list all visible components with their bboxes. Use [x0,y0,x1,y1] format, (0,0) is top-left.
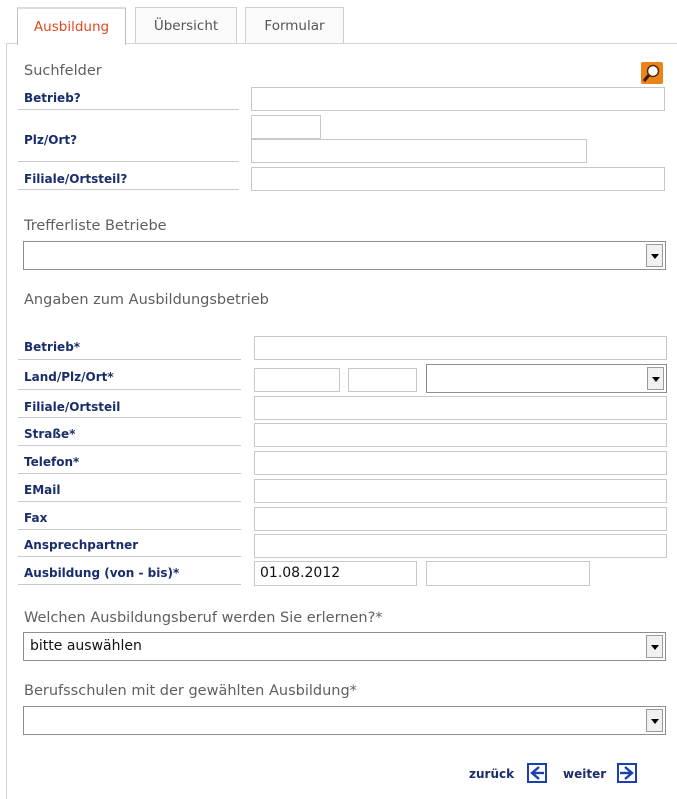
label-fax: Fax [24,511,48,525]
next-label[interactable]: weiter [563,767,606,781]
search-ort-input[interactable] [251,139,587,163]
divider [18,389,241,390]
schools-select[interactable] [23,706,666,735]
label-filiale: Filiale/Ortsteil [24,400,121,414]
divider [18,189,239,190]
search-heading: Suchfelder [24,63,102,79]
results-select[interactable] [23,241,666,270]
divider [18,445,241,446]
telefon-input[interactable] [254,451,667,475]
label-ausbildung-zeitraum: Ausbildung (von - bis)* [24,566,180,580]
label-search-betrieb: Betrieb? [24,91,81,105]
magnifier-icon[interactable] [641,62,663,84]
chevron-down-icon[interactable] [646,244,663,267]
divider [18,473,241,474]
divider [18,501,241,502]
ort-select[interactable] [426,364,667,393]
fax-input[interactable] [254,507,667,531]
divider [18,584,241,585]
divider [18,417,241,418]
chevron-down-icon[interactable] [646,635,663,658]
search-plz-input[interactable] [251,115,321,139]
divider [18,556,241,557]
label-telefon: Telefon* [24,455,80,469]
land-input[interactable] [254,368,340,392]
profession-heading: Welchen Ausbildungsberuf werden Sie erle… [24,610,383,626]
divider [18,109,239,110]
divider [18,359,241,360]
label-ansprechpartner: Ansprechpartner [24,538,139,552]
profession-selected-value: bitte auswählen [30,638,142,654]
results-heading: Trefferliste Betriebe [24,218,167,234]
chevron-down-icon[interactable] [646,709,663,732]
chevron-down-icon[interactable] [647,367,664,390]
search-filiale-input[interactable] [251,167,665,191]
tab-formular[interactable]: Formular [245,7,344,44]
label-search-filiale: Filiale/Ortsteil? [24,172,128,186]
label-strasse: Straße* [24,427,76,441]
label-email: EMail [24,483,61,497]
betrieb-input[interactable] [254,336,667,360]
schools-heading: Berufsschulen mit der gewählten Ausbildu… [24,683,357,699]
divider [18,161,239,162]
back-label[interactable]: zurück [469,767,514,781]
ansprechpartner-input[interactable] [254,534,667,558]
email-input[interactable] [254,479,667,503]
label-land-plz-ort: Land/Plz/Ort* [24,370,114,384]
date-to-input[interactable] [426,561,590,586]
divider [18,529,241,530]
label-betrieb: Betrieb* [24,340,81,354]
profession-select[interactable]: bitte auswählen [23,632,666,661]
search-betrieb-input[interactable] [251,87,665,111]
strasse-input[interactable] [254,423,667,447]
arrow-right-icon[interactable] [617,763,637,787]
company-heading: Angaben zum Ausbildungsbetrieb [24,292,269,308]
filiale-input[interactable] [254,396,667,420]
tab-uebersicht[interactable]: Übersicht [135,7,237,44]
arrow-left-icon[interactable] [527,763,547,787]
tab-ausbildung-active[interactable]: Ausbildung [17,7,126,45]
plz-input[interactable] [348,368,417,392]
date-from-input[interactable]: 01.08.2012 [254,561,417,586]
label-search-plz-ort: Plz/Ort? [24,133,78,147]
